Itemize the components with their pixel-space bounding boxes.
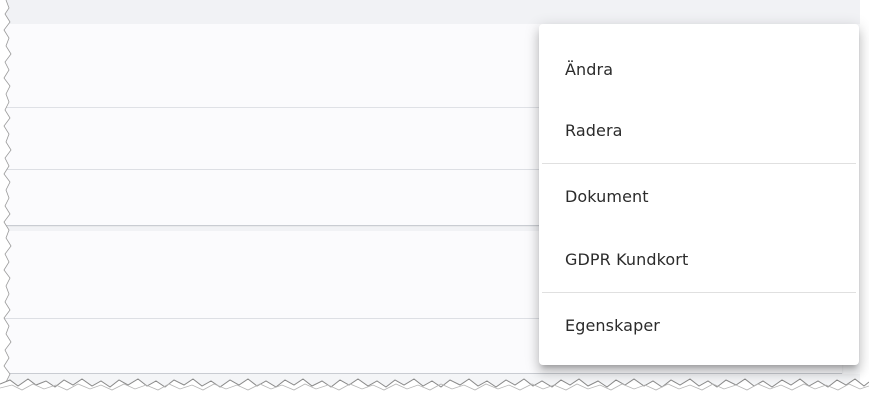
menu-item-label: Egenskaper — [565, 315, 660, 335]
menu-divider — [542, 163, 856, 164]
menu-item-label: Dokument — [565, 186, 649, 206]
menu-item-label: GDPR Kundkort — [565, 249, 689, 269]
screenshot-canvas: Ändra Radera Dokument GDPR Kundkort Egen… — [0, 0, 869, 398]
context-menu: Ändra Radera Dokument GDPR Kundkort Egen… — [539, 24, 859, 365]
menu-item-documents[interactable]: Dokument — [539, 178, 859, 214]
menu-divider — [542, 292, 856, 293]
menu-item-delete[interactable]: Radera — [539, 112, 859, 148]
list-header-band — [0, 0, 860, 24]
menu-item-properties[interactable]: Egenskaper — [539, 307, 859, 343]
torn-edge-bottom — [0, 378, 869, 398]
menu-item-gdpr-customer-card[interactable]: GDPR Kundkort — [539, 241, 859, 277]
torn-edge-left — [0, 0, 12, 398]
menu-item-edit[interactable]: Ändra — [539, 51, 859, 87]
menu-item-label: Radera — [565, 120, 623, 140]
menu-item-label: Ändra — [565, 59, 614, 79]
